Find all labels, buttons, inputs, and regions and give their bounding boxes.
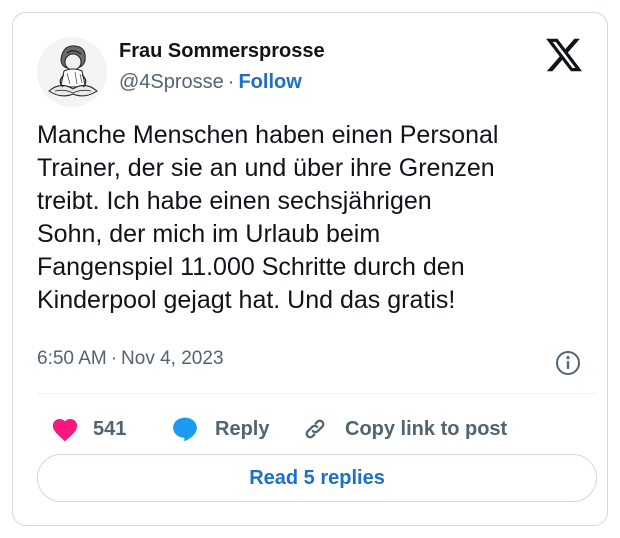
info-icon[interactable] <box>554 349 582 377</box>
author-handle[interactable]: @4Sprosse <box>119 71 224 93</box>
tweet-date: Nov 4, 2023 <box>121 348 224 369</box>
x-logo-icon[interactable] <box>544 35 584 75</box>
author-display-name[interactable]: Frau Sommersprosse <box>119 40 325 63</box>
speech-bubble-icon <box>173 417 197 442</box>
tweet-card: Frau Sommersprosse @4Sprosse · Follow Manc… <box>12 12 608 526</box>
reply-button[interactable]: Reply <box>171 411 269 447</box>
handle-separator: · <box>227 71 235 93</box>
like-button[interactable]: 541 <box>51 411 126 447</box>
like-count: 541 <box>93 417 127 440</box>
action-bar: 541 Reply Copy link to post <box>37 411 597 447</box>
tweet-timestamp[interactable]: 6:50 AM · Nov 4, 2023 <box>37 348 224 370</box>
avatar[interactable] <box>37 37 107 107</box>
timestamp-separator: · <box>110 348 118 369</box>
tweet-time: 6:50 AM <box>37 348 107 369</box>
follow-button[interactable]: Follow <box>238 71 301 93</box>
read-replies-button[interactable]: Read 5 replies <box>37 454 597 502</box>
tweet-text: Manche Menschen haben einen Personal Tra… <box>37 121 499 314</box>
heart-icon <box>52 418 78 442</box>
author-handle-row: @4Sprosse · Follow <box>119 71 302 94</box>
avatar-illustration <box>37 37 107 107</box>
copy-link-button[interactable]: Copy link to post <box>301 411 507 447</box>
copy-link-label: Copy link to post <box>345 417 508 440</box>
link-icon <box>305 419 325 439</box>
reply-label: Reply <box>215 417 270 440</box>
divider <box>37 393 597 394</box>
